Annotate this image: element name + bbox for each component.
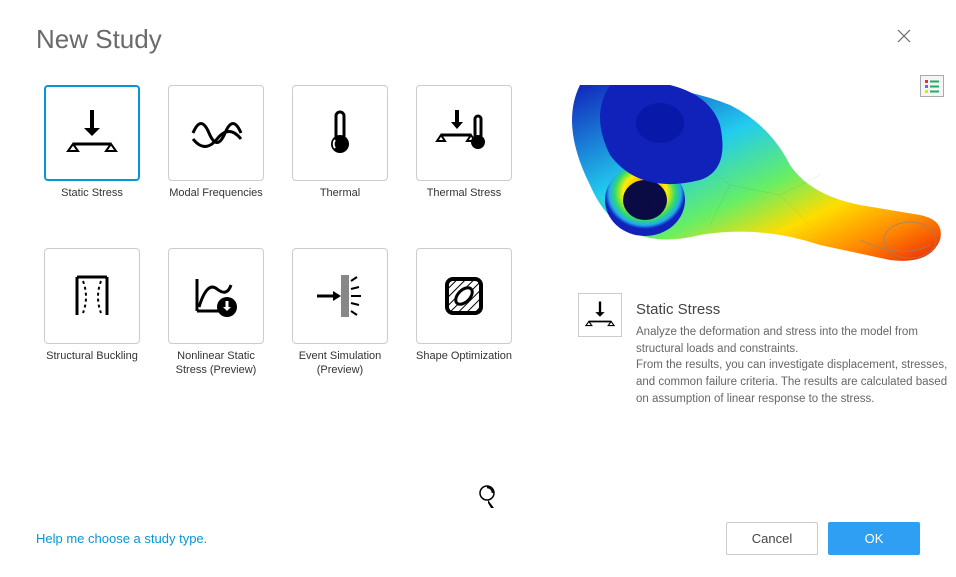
static-stress-icon [63, 104, 121, 162]
study-tile-label: Event Simulation (Preview) [288, 350, 392, 378]
study-tile-label: Thermal Stress [427, 187, 502, 201]
modal-frequencies-icon [187, 104, 245, 162]
study-tile-label: Thermal [320, 187, 360, 201]
ok-button[interactable]: OK [828, 522, 920, 555]
study-tile-nonlinear-static[interactable]: Nonlinear Static Stress (Preview) [160, 248, 272, 407]
dialog-header: New Study [0, 0, 956, 55]
study-preview-image [560, 85, 950, 305]
study-tile-label: Structural Buckling [46, 350, 138, 364]
button-group: Cancel OK [726, 522, 920, 555]
thermal-stress-icon [435, 104, 493, 162]
dialog-content: Static Stress Modal Frequencies Thermal [0, 55, 956, 407]
study-type-grid: Static Stress Modal Frequencies Thermal [36, 85, 520, 407]
detail-description: Analyze the deformation and stress into … [636, 324, 950, 407]
study-tile-thermal[interactable]: Thermal [284, 85, 396, 230]
dialog-footer: Help me choose a study type. Cancel OK [0, 522, 956, 555]
study-tile-shape-optimization[interactable]: Shape Optimization [408, 248, 520, 407]
study-tile-structural-buckling[interactable]: Structural Buckling [36, 248, 148, 407]
cancel-button[interactable]: Cancel [726, 522, 818, 555]
help-link[interactable]: Help me choose a study type. [36, 531, 207, 546]
study-tile-label: Static Stress [61, 187, 123, 201]
study-tile-label: Shape Optimization [416, 350, 512, 364]
study-tile-label: Nonlinear Static Stress (Preview) [164, 350, 268, 378]
event-simulation-icon [311, 267, 369, 325]
busy-cursor-icon [478, 484, 500, 510]
thermal-icon [311, 104, 369, 162]
preview-panel: Static Stress Analyze the deformation an… [540, 85, 950, 407]
shape-optimization-icon [435, 267, 493, 325]
nonlinear-static-icon [187, 267, 245, 325]
buckling-icon [63, 267, 121, 325]
study-tile-static-stress[interactable]: Static Stress [36, 85, 148, 230]
dialog-title: New Study [36, 24, 162, 55]
study-tile-thermal-stress[interactable]: Thermal Stress [408, 85, 520, 230]
study-tile-event-simulation[interactable]: Event Simulation (Preview) [284, 248, 396, 407]
static-stress-icon [583, 298, 617, 332]
study-tile-modal-frequencies[interactable]: Modal Frequencies [160, 85, 272, 230]
detail-icon-box [578, 293, 622, 337]
study-tile-label: Modal Frequencies [169, 187, 263, 201]
close-button[interactable] [888, 24, 920, 48]
close-icon [896, 28, 912, 44]
study-detail: Static Stress Analyze the deformation an… [560, 317, 950, 407]
